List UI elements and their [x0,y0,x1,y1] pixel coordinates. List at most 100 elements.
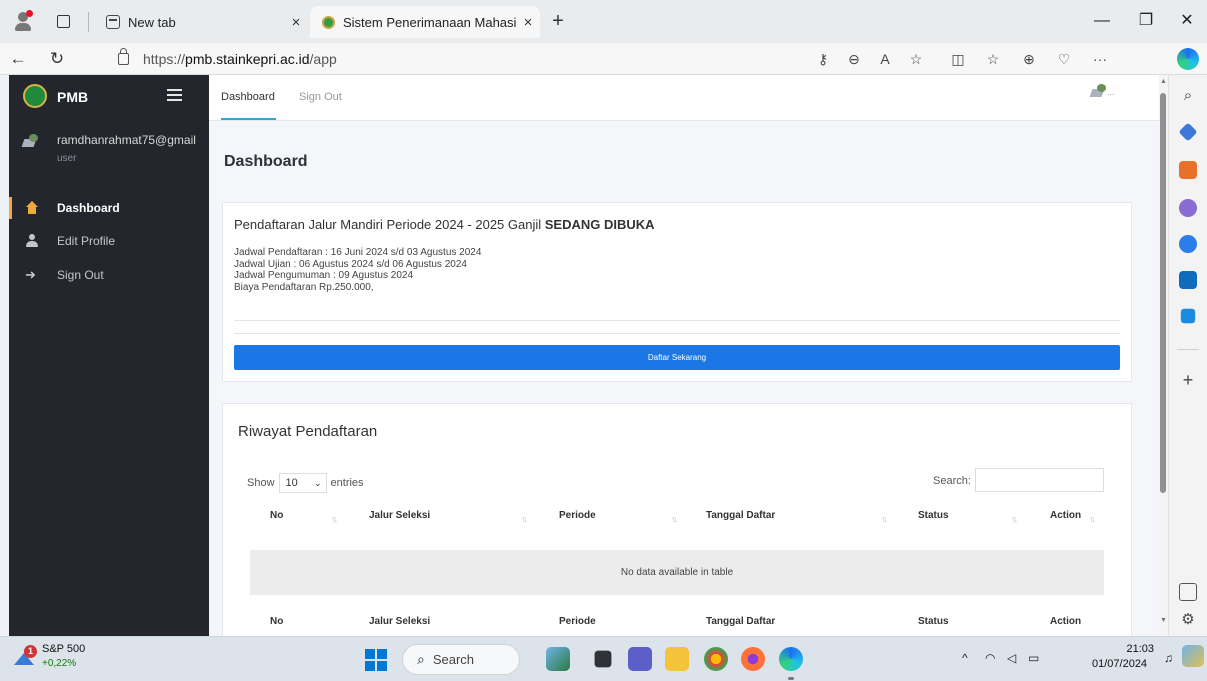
sidebar-item-label: Edit Profile [57,234,116,248]
copilot-taskbar-icon[interactable] [1182,645,1204,667]
registration-history-card: Riwayat Pendaftaran Show 10 ⌄ entries Se… [222,403,1132,636]
page-scrollbar[interactable]: ▲ ▼ [1159,75,1168,636]
bell-icon[interactable]: ♫ [1164,651,1173,665]
refresh-button[interactable]: ↻ [45,48,69,70]
tools-briefcase-icon[interactable] [1179,161,1197,179]
zoom-icon[interactable]: ⊖ [843,49,865,69]
column-header-no[interactable]: No [270,510,283,521]
broken-avatar-icon [21,134,39,148]
workspaces-icon[interactable] [52,10,74,32]
read-aloud-icon[interactable]: A [874,49,896,69]
settings-gear-icon[interactable]: ⚙ [1179,611,1197,629]
sidebar-item-sign-out[interactable]: ➜ Sign Out [9,262,209,288]
wifi-icon[interactable]: ◠ [985,651,995,665]
sidebar-item-edit-profile[interactable]: Edit Profile [9,228,209,254]
registration-info-card: Pendaftaran Jalur Mandiri Periode 2024 -… [222,202,1132,382]
topnav-dashboard-link[interactable]: Dashboard [221,91,275,103]
sort-icon[interactable]: ↑↓ [521,514,528,524]
favorite-star-icon[interactable]: ☆ [905,49,927,69]
column-header-periode[interactable]: Periode [559,510,596,521]
registration-fee: Biaya Pendaftaran Rp.250.000, [234,281,374,293]
tab-new-tab[interactable]: New tab × [92,6,308,38]
battery-icon[interactable]: ▭ [1028,651,1039,665]
table-search-input[interactable] [975,468,1104,492]
search-icon[interactable]: ⌕ [1179,87,1197,105]
user-role: user [57,153,77,164]
tab-close-button[interactable]: × [284,14,308,31]
sort-icon[interactable]: ↑↓ [331,514,338,524]
close-window-button[interactable]: ✕ [1170,8,1204,34]
tab-label: Sistem Penerimanaan Mahasiswa [343,14,516,30]
shopping-tag-icon[interactable] [1178,122,1198,142]
scroll-up-arrow-icon[interactable]: ▲ [1159,78,1168,85]
tray-overflow-chevron[interactable]: ^ [962,651,968,665]
scrollbar-thumb[interactable] [1160,93,1166,493]
tab-close-button[interactable]: × [516,14,540,31]
topnav-sign-out-link[interactable]: Sign Out [299,91,342,103]
address-bar: ← ↻ https://pmb.stainkepri.ac.id/app ⚷ ⊖… [0,43,1207,75]
notification-badge: 1 [24,645,37,658]
windows-start-icon[interactable] [365,649,387,671]
taskbar-search-box[interactable]: ⌕ Search [402,644,520,675]
column-header-action[interactable]: Action [1050,510,1081,521]
sidebar-item-dashboard[interactable]: Dashboard [9,195,209,221]
entries-length-control: Show 10 ⌄ entries [247,473,364,493]
taskbar-search-label: Search [432,652,475,667]
collections-icon[interactable]: ⊕ [1018,49,1040,69]
browser-essentials-icon[interactable]: ♡ [1053,49,1075,69]
firefox-icon[interactable] [741,647,765,671]
favorites-list-icon[interactable]: ☆ [982,49,1004,69]
stock-name[interactable]: S&P 500 [42,643,85,655]
edge-sidebar: ⌕ + ⚙ [1168,75,1207,636]
microsoft-365-icon[interactable] [1179,235,1197,253]
stock-widget-icon[interactable]: 1 [14,645,38,667]
url-scheme: https:// [143,51,186,67]
teams-icon[interactable] [628,647,652,671]
column-header-tanggal-daftar[interactable]: Tanggal Daftar [706,510,775,521]
avatar-alt-text: ... [1107,87,1115,97]
tab-pmb[interactable]: Sistem Penerimanaan Mahasiswa × [310,6,540,38]
taskbar-app-icon[interactable] [546,647,570,671]
url-field[interactable]: https://pmb.stainkepri.ac.id/app [118,47,337,71]
schedule-exam: Jadwal Ujian : 06 Agustus 2024 s/d 06 Ag… [234,258,467,270]
new-tab-button[interactable]: + [546,10,570,34]
profile-avatar-icon[interactable] [12,10,34,32]
games-icon[interactable] [1179,199,1197,217]
hamburger-menu-icon[interactable] [167,89,182,102]
sort-icon[interactable]: ↑↓ [671,514,678,524]
column-header-jalur-seleksi[interactable]: Jalur Seleksi [369,510,430,521]
file-explorer-icon[interactable] [665,647,689,671]
send-icon[interactable] [1180,308,1196,324]
divider [1177,349,1199,350]
chrome-icon[interactable] [704,647,728,671]
outlook-icon[interactable] [1179,271,1197,289]
volume-icon[interactable]: ◁ [1007,651,1016,665]
lock-icon[interactable] [118,48,129,65]
edge-icon[interactable] [779,647,803,671]
hide-sidebar-icon[interactable] [1179,583,1197,601]
sort-icon[interactable]: ↑↓ [1011,514,1018,524]
broken-avatar-icon[interactable] [1089,84,1107,98]
sort-icon[interactable]: ↑↓ [881,514,888,524]
minimize-button[interactable]: — [1085,8,1119,34]
clock-date[interactable]: 01/07/2024 [1092,658,1147,670]
split-screen-icon[interactable]: ◫ [947,49,969,69]
key-icon[interactable]: ⚷ [812,49,834,69]
entries-select[interactable]: 10 ⌄ [278,473,327,493]
scroll-down-arrow-icon[interactable]: ▼ [1159,617,1168,624]
back-button[interactable]: ← [6,48,30,70]
user-email: ramdhanrahmat75@gmail [57,133,196,147]
clock-time[interactable]: 21:03 [1120,643,1154,655]
copilot-icon[interactable] [1177,48,1199,70]
windows-taskbar: 1 S&P 500 +0,22% ⌕ Search ^ ◠ ◁ ▭ 21:03 … [0,636,1207,681]
column-footer-jalur-seleksi: Jalur Seleksi [369,616,431,627]
sort-icon[interactable]: ↑↓ [1089,514,1096,524]
add-sidebar-app-button[interactable]: + [1179,371,1197,389]
restore-button[interactable]: ❐ [1129,8,1163,34]
active-app-indicator [788,677,794,680]
register-now-button[interactable]: Daftar Sekarang [234,345,1120,370]
column-header-status[interactable]: Status [918,510,949,521]
site-favicon-icon [322,15,335,29]
more-icon[interactable]: ··· [1089,49,1111,69]
task-view-icon[interactable] [594,650,612,668]
